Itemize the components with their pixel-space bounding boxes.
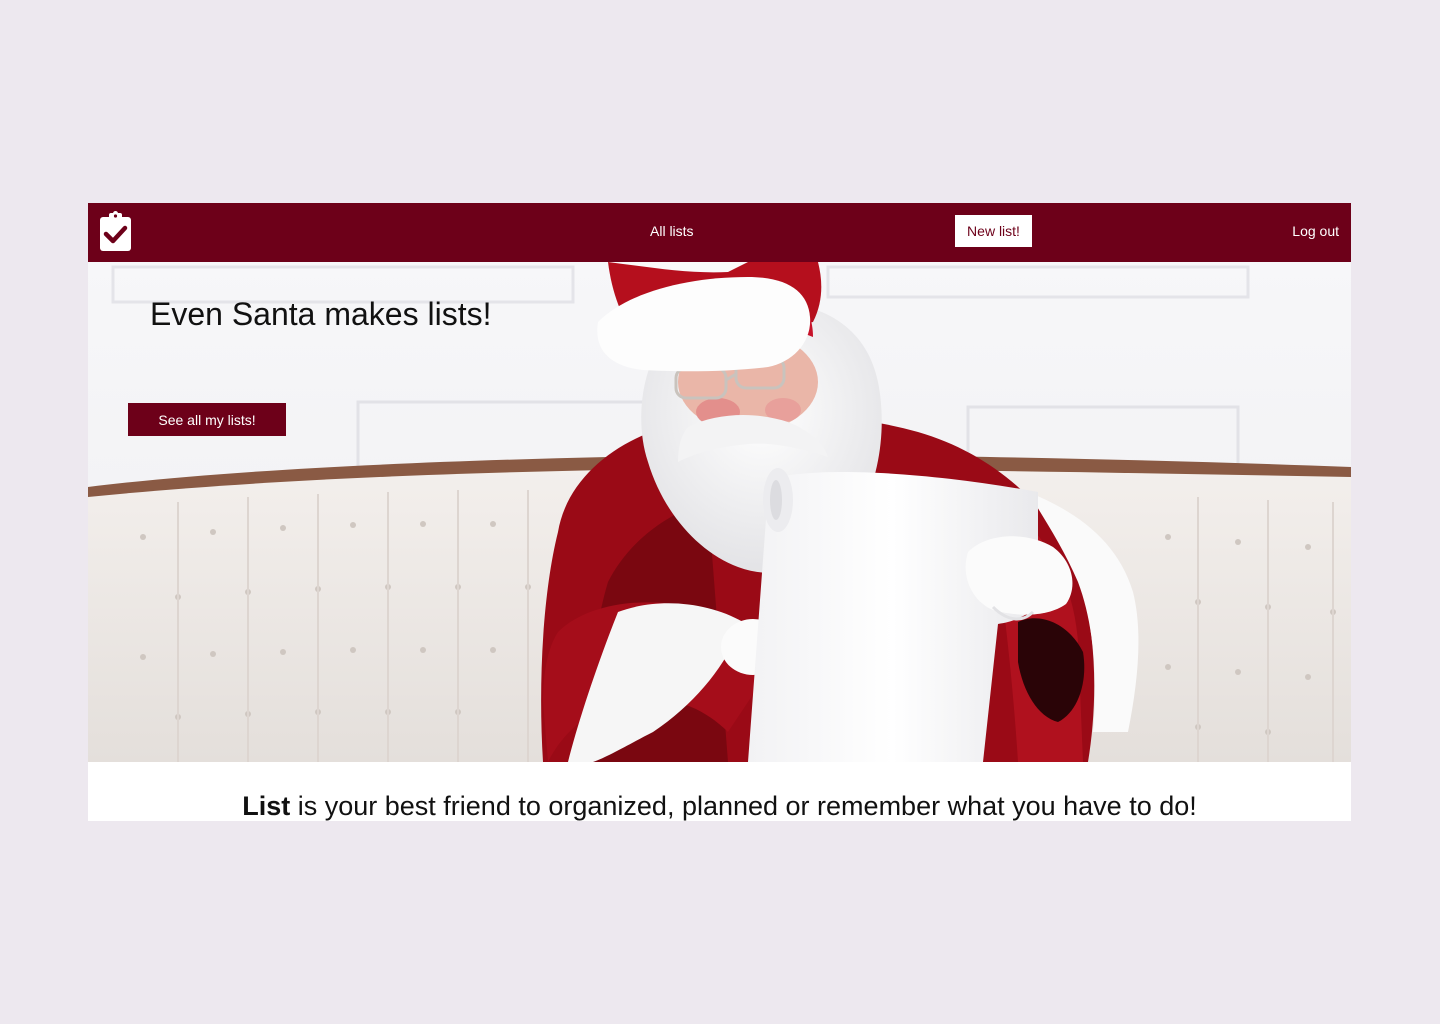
logout-link[interactable]: Log out — [1292, 223, 1339, 239]
app-frame: All lists New list! Log out Even Santa m… — [88, 203, 1351, 821]
clipboard-check-icon[interactable] — [99, 210, 132, 252]
tagline: List is your best friend to organized, p… — [88, 789, 1351, 821]
navbar: All lists New list! Log out — [88, 203, 1351, 262]
tagline-text: is your best friend to organized, planne… — [290, 791, 1197, 821]
all-lists-link[interactable]: All lists — [650, 223, 694, 239]
hero-image-santa-reading-list — [88, 262, 1351, 762]
hero-title: Even Santa makes lists! — [150, 296, 492, 332]
tagline-brand: List — [242, 791, 291, 821]
see-all-lists-button[interactable]: See all my lists! — [128, 403, 286, 436]
hero-banner: Even Santa makes lists! See all my lists… — [88, 262, 1351, 762]
new-list-button[interactable]: New list! — [955, 215, 1032, 247]
